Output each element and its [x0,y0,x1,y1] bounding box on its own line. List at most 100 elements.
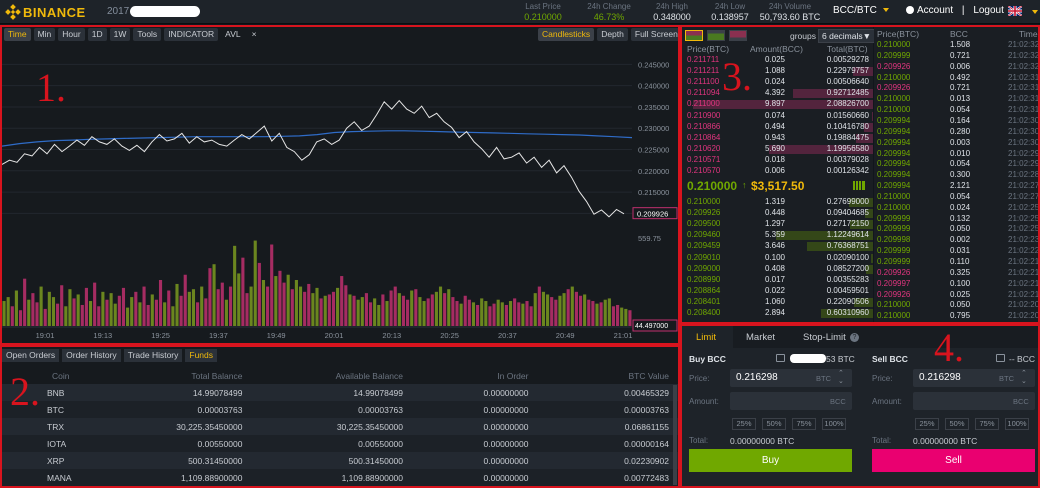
volume-bar [315,287,319,326]
order-book-row[interactable]: 0.210866 0.494 0.10416780 [681,122,873,133]
percent-button[interactable]: 100% [822,418,846,430]
sell-price-input[interactable]: 0.216298 BTC ⌃ ⌄ [913,369,1035,387]
table-header-row: Coin Total Balance Available Balance In Ord… [0,368,679,384]
chart-toolbar-item[interactable]: Hour [58,28,85,41]
chart-view-button[interactable]: Depth [597,28,628,41]
balances-tab[interactable]: Funds [185,349,218,362]
order-book-row[interactable]: 0.210864 0.943 0.19884475 [681,133,873,144]
chart-toolbar-item[interactable]: Time [4,28,31,41]
order-book-row[interactable]: 0.210900 0.074 0.01560660 [681,111,873,122]
wallet-icon[interactable] [996,354,1005,362]
chart-toolbar-item[interactable]: 1D [87,28,107,41]
view-both-icon[interactable] [685,30,703,41]
percent-button[interactable]: 100% [1005,418,1029,430]
balances-table: Coin Total Balance Available Balance In Ord… [0,368,679,486]
volume-bar [578,295,583,326]
buy-button[interactable]: Buy [689,449,852,472]
order-book-row[interactable]: 0.211094 4.392 0.92712485 [681,88,873,99]
decimals-select[interactable]: 6 decimals▼ [818,29,876,43]
balances-tab[interactable]: Order History [62,349,121,362]
pair-selector[interactable]: BCC/BTC [833,5,889,16]
order-book-row[interactable]: 0.209926 0.448 0.09404685 [681,208,873,219]
year-label: 2017 [107,6,130,17]
chart-toolbar-item[interactable]: AVL [221,28,244,42]
trade-amount: 0.003 [950,137,971,147]
order-book-row[interactable]: 0.211000 9.897 2.08826700 [681,99,873,110]
percent-button[interactable]: 75% [975,418,999,430]
table-row[interactable]: BNB 14.99078499 14.99078499 0.00000000 0.004… [0,384,679,401]
table-row[interactable]: XRP 500.31450000 500.31450000 0.00000000 0.0… [0,452,679,469]
tab-stop-limit[interactable]: Stop-Limit [803,332,846,343]
price-chart[interactable]: 0.245000 0.240000 0.235000 0.230000 0.225000… [0,44,679,344]
buy-price-input[interactable]: 0.216298 BTC ⌃ ⌄ [730,369,852,387]
account-link[interactable]: Account [917,5,953,16]
view-asks-icon[interactable] [729,30,747,41]
volume-bar [484,301,488,326]
order-book-row[interactable]: 0.209000 0.408 0.08527200 [681,264,873,275]
chart-toolbar-item[interactable]: INDICATOR [164,28,219,41]
percent-button[interactable]: 75% [792,418,816,430]
chart-toolbar-item[interactable]: × [248,28,261,42]
uk-flag-icon[interactable] [1008,6,1022,16]
trade-price: 0.209994 [877,137,911,147]
sell-button[interactable]: Sell [872,449,1035,472]
volume-bar [434,291,438,326]
order-book-row[interactable]: 0.208990 0.017 0.00355283 [681,275,873,286]
order-book-row[interactable]: 0.208401 1.060 0.22090506 [681,297,873,308]
table-row[interactable]: IOTA 0.00550000 0.00550000 0.00000000 0.0000… [0,435,679,452]
stepper-icon[interactable]: ⌃ ⌄ [1021,370,1027,386]
order-book-row[interactable]: 0.210570 0.006 0.00126342 [681,166,873,177]
order-book-row[interactable]: 0.210620 5.690 1.19956580 [681,144,873,155]
th-col-price: Price(BTC) [877,29,920,39]
chart-toolbar-item[interactable]: Tools [133,28,162,41]
order-book-row[interactable]: 0.209459 3.646 0.76368751 [681,241,873,252]
table-cell: 0.00003763 [538,401,679,418]
logout-link[interactable]: Logout [973,5,1004,16]
table-cell: 0.00000000 [413,401,539,418]
order-book-row[interactable]: 0.208864 0.022 0.00459501 [681,286,873,297]
tab-limit[interactable]: Limit [696,332,716,343]
balances-tab[interactable]: Trade History [123,349,183,362]
language-chevron-icon[interactable] [1032,10,1038,14]
help-icon[interactable]: ? [850,333,859,342]
chart-toolbar-item[interactable]: Min [33,28,56,41]
balances-scrollbar[interactable] [673,385,677,485]
order-book-row[interactable]: 0.209010 0.100 0.02090100 [681,253,873,264]
trade-row: 0.209926 0.721 21:02:31 [874,83,1040,94]
table-row[interactable]: BTC 0.00003763 0.00003763 0.00000000 0.00003… [0,401,679,418]
percent-button[interactable]: 25% [915,418,939,430]
logo-text[interactable]: BINANCE [23,5,86,20]
table-row[interactable]: TRX 30,225.35450000 30,225.35450000 0.00000… [0,418,679,435]
binance-logo-icon[interactable] [4,4,22,20]
order-book-row[interactable]: 0.208400 2.894 0.60310960 [681,308,873,319]
chevron-down-icon [882,8,889,13]
sell-amount-input[interactable]: BCC [913,392,1035,410]
order-book-row[interactable]: 0.209460 5.359 1.12249614 [681,230,873,241]
percent-button[interactable]: 50% [945,418,969,430]
wallet-icon[interactable] [776,354,785,362]
order-book-row[interactable]: 0.209500 1.297 0.27172150 [681,219,873,230]
balances-tab[interactable]: Open Orders [2,349,60,362]
volume-bar [587,299,591,326]
chart-view-button[interactable]: Full Screen [630,28,682,41]
table-row[interactable]: MANA 1,109.88900000 1,109.88900000 0.000000… [0,469,679,486]
order-book-row[interactable]: 0.211100 0.024 0.00506640 [681,77,873,88]
price-tick-label: 0.225000 [638,146,669,155]
tab-market[interactable]: Market [746,332,775,343]
buy-amount-input[interactable]: BCC [730,392,852,410]
order-book-row[interactable]: 0.210000 1.319 0.27699000 [681,197,873,208]
chart-toolbar-item[interactable]: 1W [109,28,131,41]
table-header-cell: BTC Value [628,371,669,381]
stepper-icon[interactable]: ⌃ ⌄ [838,370,844,386]
order-book-row[interactable]: 0.210571 0.018 0.00379028 [681,155,873,166]
buy-total-value: 0.00000000 BTC [730,436,795,446]
order-book-row[interactable]: 0.211711 0.025 0.00529278 [681,55,873,66]
table-header-cell: In Order [497,371,529,381]
percent-button[interactable]: 50% [762,418,786,430]
volume-bar [294,280,298,326]
view-bids-icon[interactable] [707,30,725,41]
order-book-row[interactable]: 0.211211 1.088 0.22979757 [681,66,873,77]
chart-view-button[interactable]: Candlesticks [538,28,595,41]
table-cell: 1,109.88900000 [81,469,253,486]
percent-button[interactable]: 25% [732,418,756,430]
